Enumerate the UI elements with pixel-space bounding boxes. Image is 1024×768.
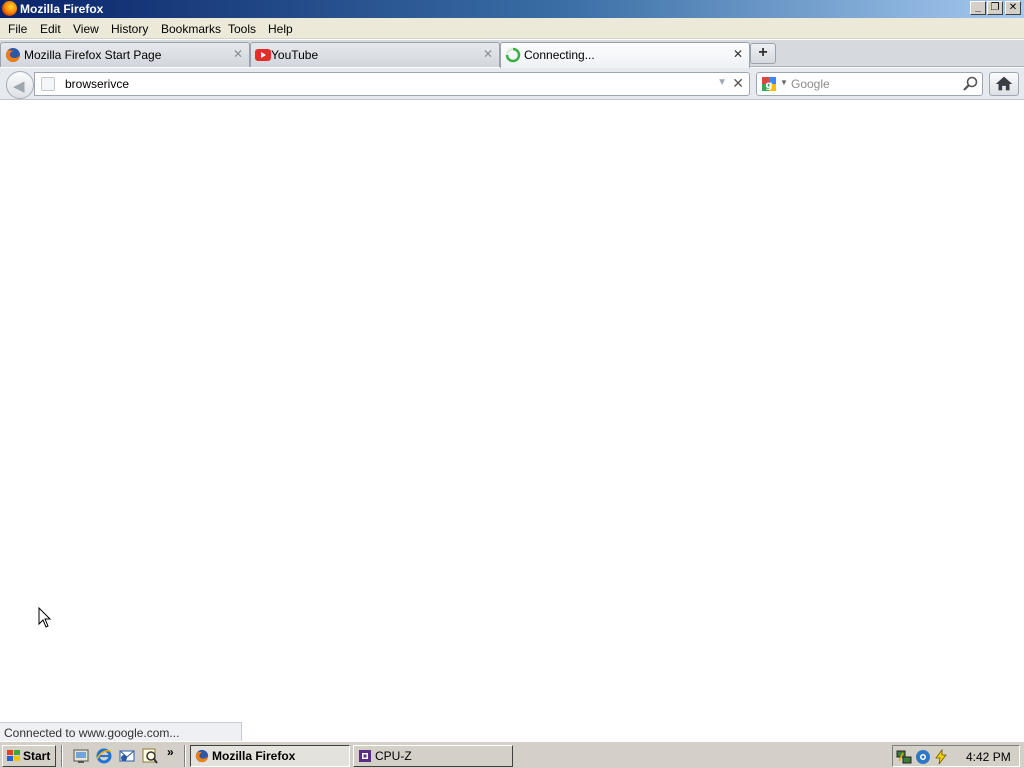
search-icon[interactable] [961, 75, 979, 93]
power-icon[interactable] [933, 749, 949, 765]
mouse-cursor-icon [38, 607, 52, 628]
menu-bar: File Edit View History Bookmarks Tools H… [0, 18, 1024, 39]
navigation-bar: ▼ ✕ ◀ g ▼ [0, 68, 1024, 100]
menu-view[interactable]: View [73, 22, 99, 36]
minimize-button[interactable]: _ [970, 1, 986, 15]
start-button[interactable]: Start [2, 745, 56, 767]
back-arrow-icon: ◀ [13, 78, 25, 95]
tab-youtube[interactable]: YouTube ✕ [250, 42, 500, 67]
page-content[interactable] [0, 101, 1024, 741]
search-bar[interactable]: g ▼ [756, 72, 983, 96]
taskbar: Start » Mozilla Firefox CPU-Z 4:42 PM [0, 741, 1024, 768]
taskbar-separator [184, 745, 186, 767]
plus-icon: + [758, 44, 768, 61]
start-label: Start [23, 749, 51, 763]
home-button[interactable] [989, 72, 1019, 96]
close-tab-icon[interactable]: ✕ [483, 47, 493, 61]
url-input[interactable] [65, 76, 705, 92]
task-label: CPU-Z [375, 749, 412, 763]
tab-connecting[interactable]: Connecting... ✕ [500, 42, 750, 68]
search-input[interactable] [791, 76, 957, 92]
google-icon[interactable]: g [761, 76, 777, 92]
search-icon[interactable] [141, 747, 159, 765]
site-identity-icon[interactable] [41, 77, 55, 91]
windows-logo-icon [7, 750, 20, 761]
stop-loading-icon[interactable]: ✕ [732, 75, 744, 92]
tab-label: Mozilla Firefox Start Page [24, 48, 162, 62]
new-tab-button[interactable]: + [750, 43, 776, 64]
outlook-icon[interactable] [118, 747, 136, 765]
show-desktop-icon[interactable] [72, 747, 90, 765]
tab-strip: Mozilla Firefox Start Page ✕ YouTube ✕ C… [0, 40, 1024, 68]
menu-edit[interactable]: Edit [40, 22, 61, 36]
menu-help[interactable]: Help [268, 22, 293, 36]
back-button[interactable]: ◀ [6, 71, 34, 99]
cpuz-icon [359, 750, 371, 762]
close-window-button[interactable]: ✕ [1005, 1, 1021, 15]
url-bar[interactable]: ▼ ✕ [34, 72, 750, 96]
firefox-icon [195, 749, 209, 763]
tab-label: YouTube [271, 48, 319, 62]
window-title: Mozilla Firefox [20, 2, 104, 16]
firefox-icon [6, 48, 20, 62]
restore-button[interactable]: ❐ [987, 1, 1003, 15]
clock[interactable]: 4:42 PM [966, 750, 1011, 764]
security-icon[interactable] [915, 749, 931, 765]
history-dropdown-icon[interactable]: ▼ [717, 77, 727, 88]
svg-text:g: g [765, 80, 772, 91]
internet-explorer-icon[interactable] [95, 747, 113, 765]
title-bar[interactable]: Mozilla Firefox _ ❐ ✕ [0, 0, 1024, 18]
close-tab-icon[interactable]: ✕ [733, 47, 743, 61]
engine-dropdown-icon[interactable]: ▼ [780, 78, 788, 87]
loading-spinner-icon [505, 47, 521, 63]
tab-firefox-start-page[interactable]: Mozilla Firefox Start Page ✕ [0, 42, 250, 67]
home-icon [995, 76, 1013, 91]
close-tab-icon[interactable]: ✕ [233, 47, 243, 61]
taskbar-separator [61, 745, 63, 767]
menu-bookmarks[interactable]: Bookmarks [161, 22, 221, 36]
taskbar-button-firefox[interactable]: Mozilla Firefox [190, 745, 350, 767]
tab-label: Connecting... [524, 48, 595, 62]
youtube-icon [255, 49, 271, 61]
quick-launch-more-button[interactable]: » [167, 745, 174, 759]
taskbar-button-cpuz[interactable]: CPU-Z [353, 745, 513, 767]
firefox-icon [2, 1, 17, 16]
menu-tools[interactable]: Tools [228, 22, 256, 36]
menu-history[interactable]: History [111, 22, 148, 36]
system-tray: 4:42 PM [892, 745, 1020, 767]
menu-file[interactable]: File [8, 22, 27, 36]
task-label: Mozilla Firefox [212, 749, 296, 763]
status-panel: Connected to www.google.com... [0, 722, 242, 741]
network-icon[interactable] [896, 749, 912, 765]
